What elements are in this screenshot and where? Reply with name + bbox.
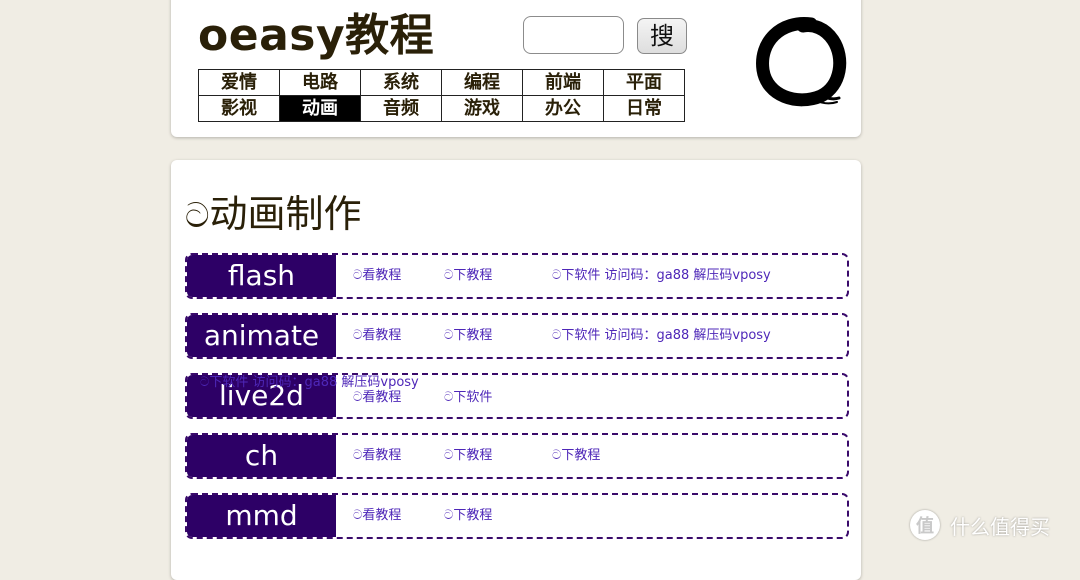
- watch-tutorial-link[interactable]: ට看教程: [353, 435, 401, 477]
- download-tutorial-link[interactable]: ට下教程: [444, 435, 492, 477]
- course-label[interactable]: flash: [187, 255, 336, 297]
- nav-item-frontend[interactable]: 前端: [523, 70, 604, 96]
- nav-item-love[interactable]: 爱情: [199, 70, 280, 96]
- download-tutorial-link[interactable]: ට下教程: [444, 315, 492, 357]
- watch-tutorial-link[interactable]: ට看教程: [353, 315, 401, 357]
- course-label[interactable]: animate: [187, 315, 336, 357]
- nav-item-graphic[interactable]: 平面: [604, 70, 685, 96]
- course-row-flash: flash ට看教程 ට下教程 ට下软件 访问码：ga88 解压码vposy: [185, 253, 849, 299]
- download-tutorial-link[interactable]: ට下教程: [444, 255, 492, 297]
- nav-item-programming[interactable]: 编程: [442, 70, 523, 96]
- category-nav: 爱情 电路 系统 编程 前端 平面 影视 动画 音频 游戏 办公 日常: [198, 69, 685, 122]
- course-row-mmd: mmd ට看教程 ට下教程: [185, 493, 849, 539]
- download-tutorial-link-2[interactable]: ට下教程: [552, 435, 600, 477]
- nav-item-game[interactable]: 游戏: [442, 96, 523, 122]
- nav-item-daily[interactable]: 日常: [604, 96, 685, 122]
- course-label[interactable]: ch: [187, 435, 336, 477]
- nav-item-audio[interactable]: 音频: [361, 96, 442, 122]
- content-card: ට动画制作 flash ට看教程 ට下教程 ට下软件 访问码：ga88 解压码v…: [171, 160, 861, 580]
- course-row-ch: ch ට看教程 ට下教程 ට下教程: [185, 433, 849, 479]
- spiral-icon: ට: [185, 196, 210, 236]
- site-title[interactable]: oeasy教程: [198, 6, 434, 66]
- overflow-download-software-link[interactable]: ට下软件 访问码：ga88 解压码vposy: [200, 374, 419, 392]
- watermark: 值 什么值得买: [910, 508, 1050, 542]
- enso-logo-icon[interactable]: [751, 12, 851, 112]
- header-card: oeasy教程 搜 爱情 电路 系统 编程 前端 平面 影视 动画 音频 游戏 …: [171, 0, 861, 137]
- search-button[interactable]: 搜: [637, 18, 687, 54]
- nav-item-film[interactable]: 影视: [199, 96, 280, 122]
- nav-item-office[interactable]: 办公: [523, 96, 604, 122]
- download-software-link[interactable]: ට下软件 访问码：ga88 解压码vposy: [552, 315, 771, 357]
- watch-tutorial-link[interactable]: ට看教程: [353, 495, 401, 537]
- smzdm-logo-icon: 值: [910, 510, 940, 540]
- section-title-text: 动画制作: [209, 192, 362, 236]
- nav-item-animation[interactable]: 动画: [280, 96, 361, 122]
- watermark-text: 什么值得买: [950, 514, 1050, 539]
- nav-item-system[interactable]: 系统: [361, 70, 442, 96]
- course-row-animate: animate ට看教程 ට下教程 ට下软件 访问码：ga88 解压码vposy: [185, 313, 849, 359]
- download-software-link[interactable]: ට下软件 访问码：ga88 解压码vposy: [552, 255, 771, 297]
- course-label[interactable]: mmd: [187, 495, 336, 537]
- download-software-link[interactable]: ට下软件: [444, 377, 492, 419]
- search-input[interactable]: [523, 16, 624, 54]
- nav-item-circuit[interactable]: 电路: [280, 70, 361, 96]
- watch-tutorial-link[interactable]: ට看教程: [353, 255, 401, 297]
- download-tutorial-link[interactable]: ට下教程: [444, 495, 492, 537]
- section-title: ට动画制作: [185, 190, 361, 240]
